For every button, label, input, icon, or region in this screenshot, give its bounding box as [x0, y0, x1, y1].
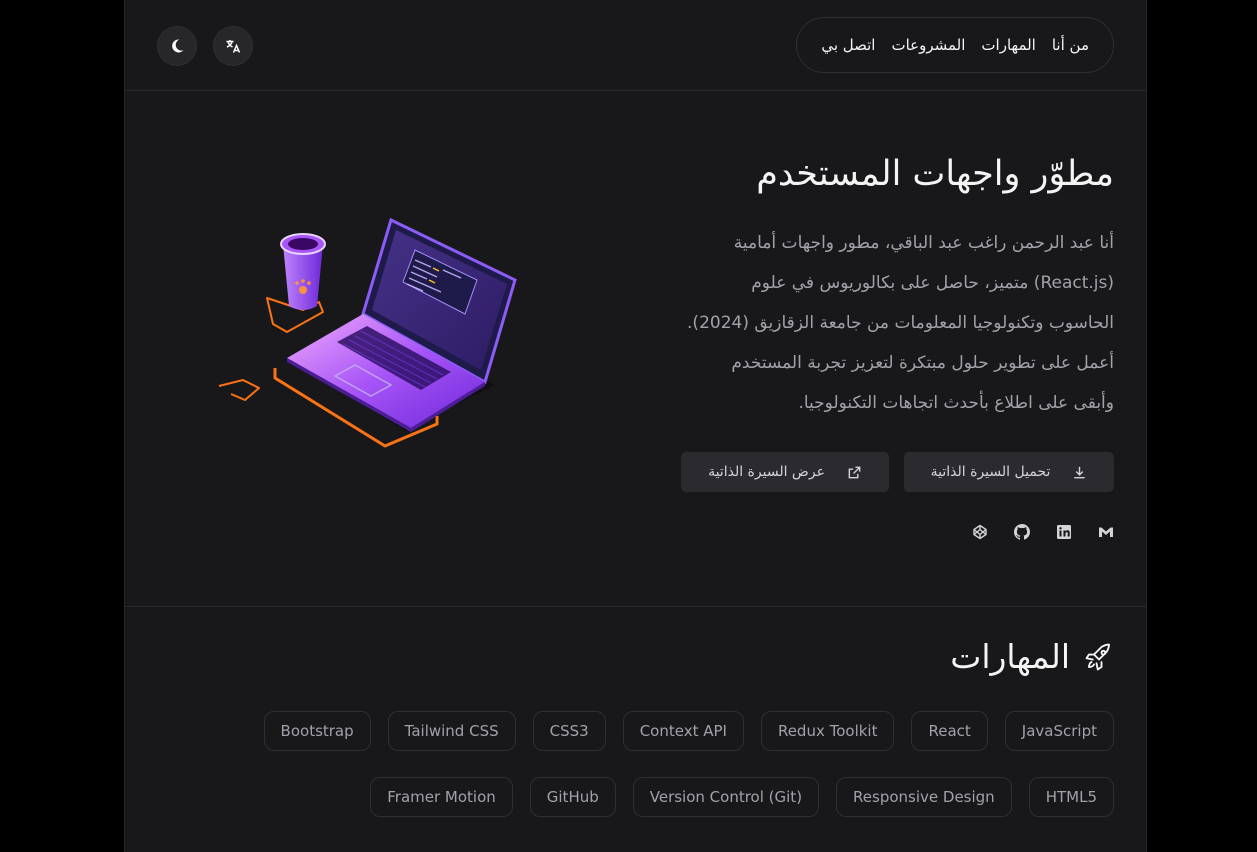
skill-chip: Context API [622, 711, 744, 751]
codepen-link[interactable] [972, 522, 988, 542]
skill-chip: React [911, 711, 988, 751]
linkedin-icon [1057, 525, 1071, 539]
hero-line: وأبقى على اطلاع بأحدث اتجاهات التكنولوجي… [798, 393, 1114, 413]
external-link-icon [848, 466, 861, 478]
github-link[interactable] [1014, 522, 1030, 542]
translate-icon [226, 40, 241, 53]
nav-link-contact[interactable]: اتصل بي [821, 36, 875, 54]
gmail-icon [1099, 527, 1113, 537]
site-header: من أنا المهارات المشروعات اتصل بي [125, 0, 1146, 91]
gmail-link[interactable] [1098, 522, 1114, 542]
rocket-icon [1085, 643, 1110, 670]
hero-description: أنا عبد الرحمن راغب عبد الباقي، مطور واج… [624, 223, 1114, 423]
skill-chip: CSS3 [532, 711, 606, 751]
skill-chip: Version Control (Git) [632, 777, 820, 817]
skill-chip: Redux Toolkit [760, 711, 895, 751]
language-toggle-button[interactable] [213, 26, 253, 66]
hero-line: الحاسوب وتكنولوجيا المعلومات من جامعة ال… [687, 313, 1114, 333]
hero-title: مطوّر واجهات المستخدم [756, 154, 1114, 194]
hero-line: (React.js) متميز، حاصل على بكالوريوس في … [751, 273, 1114, 293]
main-nav: من أنا المهارات المشروعات اتصل بي [796, 17, 1114, 73]
download-cv-button[interactable]: تحميل السيرة الذاتية [904, 452, 1114, 492]
download-cv-label: تحميل السيرة الذاتية [930, 464, 1051, 480]
hero-line: أعمل على تطوير حلول مبتكرة لتعزيز تجربة … [731, 353, 1114, 373]
page: من أنا المهارات المشروعات اتصل بي مطوّر … [124, 0, 1147, 852]
skill-chip: JavaScript [1004, 711, 1114, 751]
nav-link-skills[interactable]: المهارات [981, 36, 1035, 54]
skills-list: JavaScript React Redux Toolkit Context A… [174, 711, 1114, 817]
skill-chip: Tailwind CSS [387, 711, 516, 751]
skills-heading: المهارات [950, 637, 1114, 676]
laptop-illustration [218, 217, 517, 448]
download-icon [1074, 466, 1086, 478]
social-links [972, 522, 1114, 542]
nav-link-projects[interactable]: المشروعات [891, 36, 965, 54]
skill-chip: GitHub [529, 777, 616, 817]
skill-chip: HTML5 [1028, 777, 1114, 817]
hero-line: أنا عبد الرحمن راغب عبد الباقي، مطور واج… [733, 233, 1114, 253]
skills-title: المهارات [950, 637, 1070, 676]
moon-icon [172, 39, 184, 53]
nav-link-about[interactable]: من أنا [1052, 36, 1089, 54]
view-cv-button[interactable]: عرض السيرة الذاتية [681, 452, 889, 492]
skill-chip: Responsive Design [836, 777, 1012, 817]
codepen-icon [973, 524, 987, 540]
view-cv-label: عرض السيرة الذاتية [708, 464, 825, 480]
theme-toggle-button[interactable] [157, 26, 197, 66]
skill-chip: Bootstrap [263, 711, 371, 751]
linkedin-link[interactable] [1056, 522, 1072, 542]
section-divider [125, 606, 1146, 607]
github-icon [1014, 524, 1030, 540]
skill-chip: Framer Motion [370, 777, 513, 817]
